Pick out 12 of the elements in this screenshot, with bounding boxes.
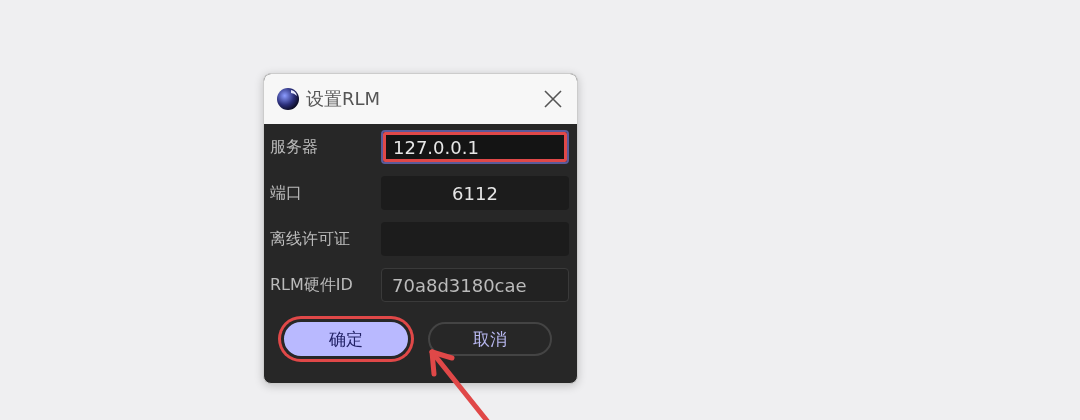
field-label: 服务器: [270, 136, 319, 158]
annotation-arrow: [429, 349, 491, 420]
close-icon[interactable]: [543, 89, 563, 109]
window-title: 设置RLM: [306, 87, 382, 111]
field-label: 离线许可证: [270, 228, 351, 250]
field-label: RLM硬件ID: [270, 274, 354, 296]
input-field[interactable]: 127.0.0.1: [381, 130, 569, 164]
field-label: 端口: [270, 182, 303, 204]
input-field[interactable]: 70a8d3180cae: [381, 268, 569, 302]
cancel-button[interactable]: 取消: [428, 322, 552, 356]
input-field[interactable]: 6112: [381, 176, 569, 210]
sphere-icon: [276, 87, 300, 111]
